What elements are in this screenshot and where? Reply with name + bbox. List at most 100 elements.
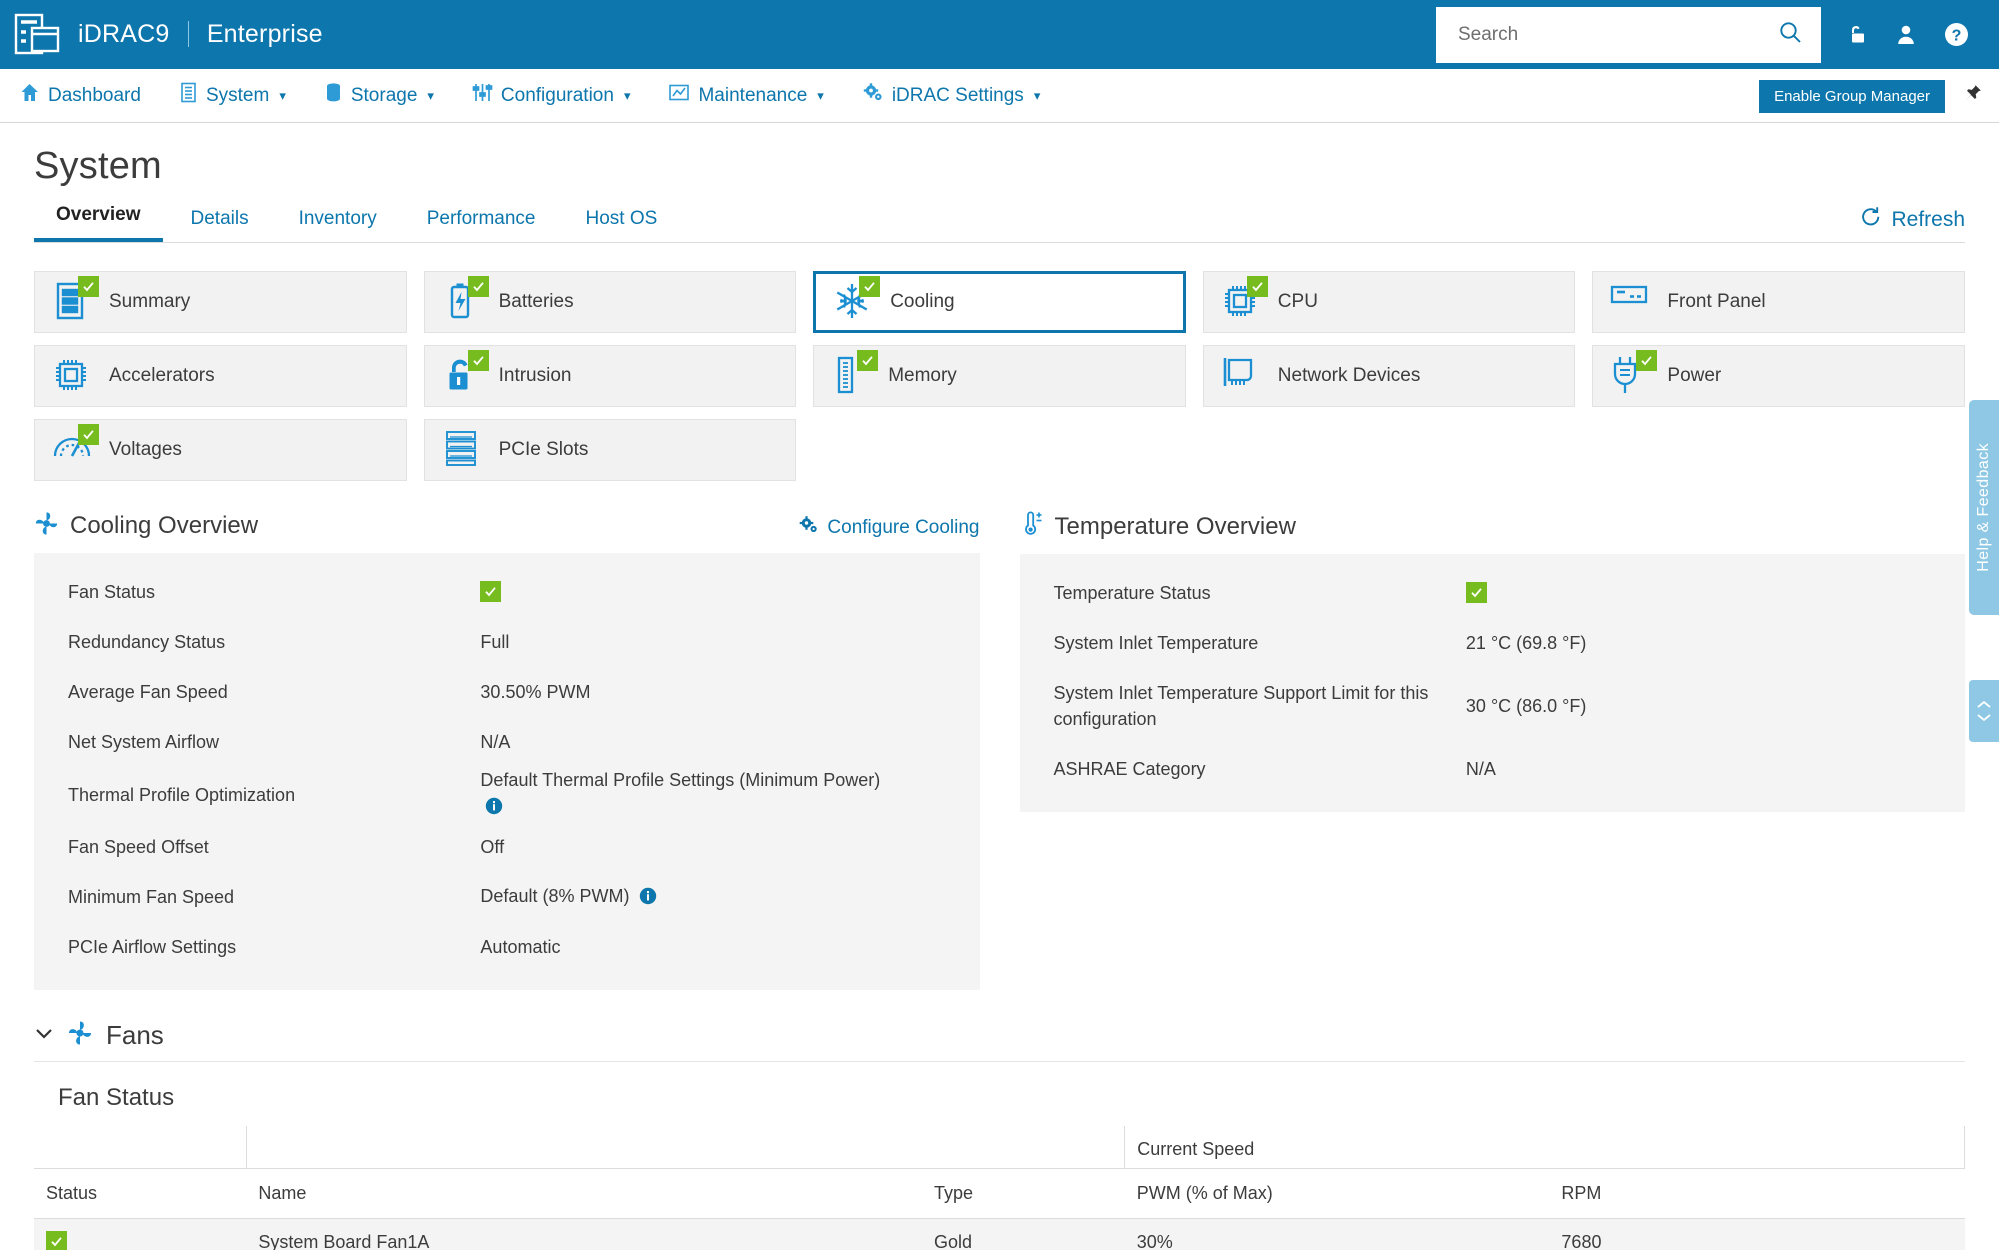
- group-header-blank-2: [245, 1126, 1125, 1169]
- row-key: Average Fan Speed: [68, 681, 228, 702]
- tab-inventory[interactable]: Inventory: [277, 198, 399, 242]
- column-header-type[interactable]: Type: [922, 1168, 1125, 1219]
- brand-text: iDRAC9 Enterprise: [78, 20, 323, 49]
- user-icon[interactable]: [1885, 14, 1927, 56]
- tile-front-panel[interactable]: Front Panel: [1592, 271, 1965, 333]
- tile-label: Network Devices: [1277, 365, 1421, 386]
- status-ok-badge: [1246, 276, 1268, 297]
- row-key: Temperature Status: [1053, 582, 1211, 603]
- column-header-rpm[interactable]: RPM: [1549, 1168, 1965, 1219]
- column-header-pwm[interactable]: PWM (% of Max): [1124, 1168, 1550, 1219]
- nav-item-configuration[interactable]: Configuration ▾: [453, 69, 650, 123]
- row-value: Full: [480, 631, 510, 652]
- panel-title: Temperature Overview: [1054, 512, 1296, 540]
- column-header-status[interactable]: Status: [34, 1168, 247, 1219]
- network-icon: [1220, 355, 1262, 397]
- tile-cpu[interactable]: CPU: [1202, 271, 1576, 333]
- chevron-down-icon[interactable]: [34, 1027, 54, 1045]
- tile-cooling[interactable]: Cooling: [813, 271, 1186, 333]
- pin-icon[interactable]: [1961, 83, 1983, 110]
- enable-group-manager-button[interactable]: Enable Group Manager: [1759, 79, 1945, 113]
- nav-item-maintenance[interactable]: Maintenance ▾: [649, 69, 842, 123]
- tile-batteries[interactable]: Batteries: [423, 271, 797, 333]
- row-key: PCIe Airflow Settings: [68, 937, 237, 958]
- tab-details[interactable]: Details: [169, 198, 271, 242]
- nav-label: Storage: [350, 84, 418, 106]
- nav-label: Configuration: [500, 84, 614, 106]
- tile-label: Voltages: [109, 439, 182, 460]
- refresh-icon: [1860, 206, 1882, 234]
- tile-label: Power: [1667, 365, 1722, 386]
- info-icon[interactable]: [639, 887, 657, 909]
- status-ok-badge: [480, 580, 502, 602]
- tab-performance[interactable]: Performance: [405, 198, 558, 242]
- cooling-row-fan-status: Fan Status: [34, 567, 980, 617]
- tile-label: Summary: [109, 291, 191, 312]
- info-icon[interactable]: [485, 797, 503, 819]
- tile-pcie-slots[interactable]: PCIe Slots: [423, 419, 797, 481]
- tile-accelerators[interactable]: Accelerators: [34, 345, 407, 407]
- tile-network-devices[interactable]: Network Devices: [1202, 345, 1576, 407]
- help-and-feedback-tab[interactable]: Help & Feedback: [1969, 400, 1999, 615]
- tile-memory[interactable]: Memory: [813, 345, 1186, 407]
- fan-icon: [67, 1020, 93, 1051]
- fans-column-header-row: Status Name Type PWM (% of Max) RPM: [34, 1168, 1965, 1219]
- tile-label: PCIe Slots: [498, 439, 589, 460]
- tile-label: Batteries: [498, 291, 574, 312]
- cooling-overview-panel: Cooling Overview Configure Cooling Fan S…: [34, 511, 980, 991]
- help-feedback-label: Help & Feedback: [1975, 443, 1992, 572]
- row-value-wrap: Default (8% PWM): [480, 883, 945, 912]
- tab-overview[interactable]: Overview: [34, 194, 163, 242]
- idrac-logo-icon: [12, 12, 66, 58]
- configure-cooling-label: Configure Cooling: [827, 517, 980, 538]
- tile-label: Front Panel: [1667, 291, 1766, 312]
- page-title: System: [34, 145, 162, 187]
- page-content: System Overview Details Inventory Perfor…: [0, 145, 1999, 1250]
- search-input[interactable]: [1458, 23, 1778, 46]
- tile-label: Cooling: [890, 291, 955, 312]
- tile-power[interactable]: Power: [1592, 345, 1965, 407]
- status-ok-badge: [78, 424, 99, 445]
- help-icon[interactable]: ?: [1935, 14, 1977, 56]
- tab-host-os[interactable]: Host OS: [564, 198, 680, 242]
- cell-status: [34, 1218, 247, 1250]
- fans-section-header[interactable]: Fans: [34, 1020, 1965, 1063]
- row-value: N/A: [1465, 758, 1496, 779]
- nav-item-storage[interactable]: Storage ▾: [305, 69, 453, 123]
- cooling-overview-body: Fan Status Redundancy Status Full Averag…: [34, 553, 980, 991]
- gauge-icon: [51, 424, 99, 471]
- nav-item-idrac-settings[interactable]: iDRAC Settings ▾: [843, 69, 1060, 123]
- row-key: Thermal Profile Optimization: [68, 784, 296, 805]
- tile-summary[interactable]: Summary: [34, 271, 407, 333]
- status-ok-badge: [1465, 581, 1487, 603]
- tile-intrusion[interactable]: Intrusion: [423, 345, 797, 407]
- nav-item-system[interactable]: System ▾: [160, 69, 305, 123]
- status-ok-badge: [467, 276, 489, 297]
- cell-type: Gold: [922, 1218, 1125, 1250]
- table-row[interactable]: System Board Fan1A Gold 30% 7680: [34, 1218, 1965, 1250]
- main-navigation: Dashboard System ▾ Storage ▾ Configurati…: [0, 69, 1999, 123]
- panel-title: Cooling Overview: [70, 512, 259, 539]
- tile-voltages[interactable]: Voltages: [34, 419, 407, 481]
- search-icon[interactable]: [1778, 20, 1803, 50]
- configure-cooling-link[interactable]: Configure Cooling: [798, 515, 980, 541]
- chevron-down-icon: ▾: [623, 87, 631, 103]
- brand-edition: Enterprise: [206, 20, 323, 48]
- fans-title: Fans: [106, 1020, 164, 1051]
- column-header-name[interactable]: Name: [246, 1168, 923, 1219]
- cell-name: System Board Fan1A: [246, 1218, 923, 1250]
- temperature-overview-header: Temperature Overview: [1020, 511, 1966, 554]
- frontpanel-icon: [1609, 281, 1651, 323]
- nav-label: Maintenance: [698, 84, 808, 106]
- status-ok-badge: [859, 276, 881, 297]
- refresh-button[interactable]: Refresh: [1860, 206, 1965, 234]
- nav-item-dashboard[interactable]: Dashboard: [0, 69, 160, 123]
- nav-label: Dashboard: [48, 84, 141, 106]
- scroll-rail[interactable]: [1969, 680, 1999, 742]
- pcie-icon: [441, 429, 483, 471]
- gears-icon: [862, 82, 884, 109]
- search-box[interactable]: [1436, 6, 1821, 63]
- chevron-down-icon[interactable]: [1976, 713, 1992, 722]
- chevron-up-icon[interactable]: [1976, 700, 1992, 709]
- unlock-icon[interactable]: [1835, 14, 1877, 56]
